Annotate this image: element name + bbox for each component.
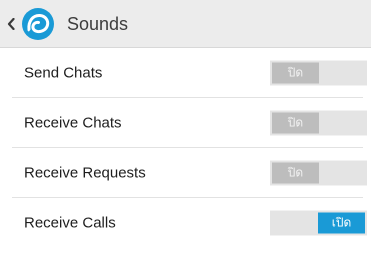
setting-row-receive-calls: Receive Calls เปิด bbox=[0, 198, 371, 248]
receive-chats-toggle[interactable]: ปิด bbox=[270, 110, 367, 136]
setting-label: Receive Chats bbox=[24, 114, 122, 132]
toggle-state-text: ปิด bbox=[272, 62, 319, 84]
toggle-state-text: เปิด bbox=[318, 212, 365, 234]
page-title: Sounds bbox=[67, 14, 129, 34]
setting-label: Receive Calls bbox=[24, 214, 116, 232]
app-logo-icon bbox=[20, 6, 56, 42]
receive-requests-toggle[interactable]: ปิด bbox=[270, 160, 367, 186]
header-bar: Sounds bbox=[0, 0, 371, 48]
toggle-state-text: ปิด bbox=[272, 162, 319, 184]
setting-row-receive-chats: Receive Chats ปิด bbox=[0, 98, 371, 148]
back-button[interactable] bbox=[6, 0, 56, 48]
sounds-settings-screen: Sounds Send Chats ปิด Receive Chats ปิด … bbox=[0, 0, 371, 269]
chevron-left-icon bbox=[6, 16, 16, 32]
setting-label: Receive Requests bbox=[24, 164, 146, 182]
send-chats-toggle[interactable]: ปิด bbox=[270, 60, 367, 86]
receive-calls-toggle[interactable]: เปิด bbox=[270, 210, 367, 236]
setting-row-send-chats: Send Chats ปิด bbox=[0, 48, 371, 98]
toggle-state-text: ปิด bbox=[272, 112, 319, 134]
setting-row-receive-requests: Receive Requests ปิด bbox=[0, 148, 371, 198]
setting-label: Send Chats bbox=[24, 64, 103, 82]
